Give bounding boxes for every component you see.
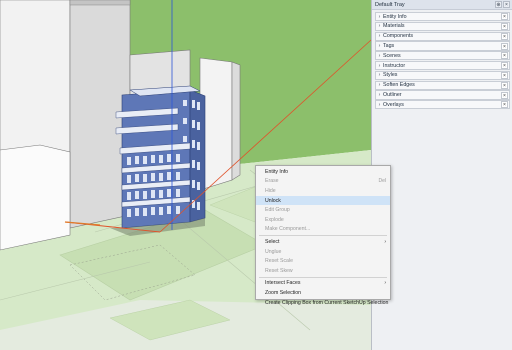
tray-panel-instructor[interactable]: › Instructor ×: [375, 60, 510, 71]
close-icon[interactable]: ×: [501, 71, 508, 79]
close-icon[interactable]: ×: [501, 101, 508, 109]
tray-panel-label: Overlays: [383, 101, 404, 108]
menu-item-entity-info[interactable]: Entity Info: [256, 167, 390, 177]
tray-panel-label: Entity Info: [383, 13, 407, 20]
tray-title: Default Tray: [375, 1, 405, 8]
tray-panel-label: Styles: [383, 72, 398, 79]
tray-panel-label: Components: [383, 33, 414, 40]
menu-item-reset-scale[interactable]: Reset Scale: [256, 256, 390, 266]
tray-panel-label: Materials: [383, 23, 405, 30]
default-tray: Default Tray ⊕ × › Entity Info × › Material…: [371, 0, 512, 350]
context-menu: Entity Info Erase Del Hide Unlock Edit Gr…: [255, 165, 391, 306]
menu-item-unlock[interactable]: Unlock: [256, 195, 390, 206]
right-block-side: [231, 61, 241, 181]
menu-item-edit-group[interactable]: Edit Group: [256, 205, 390, 215]
menu-separator: [259, 276, 387, 278]
tray-close-icon[interactable]: ×: [503, 1, 510, 8]
submenu-arrow-icon: ›: [384, 280, 386, 287]
close-icon[interactable]: ×: [501, 42, 508, 50]
chevron-right-icon: ›: [378, 62, 381, 69]
close-icon[interactable]: ×: [501, 91, 508, 99]
chevron-right-icon: ›: [378, 72, 381, 79]
tray-header: Default Tray ⊕ ×: [372, 0, 512, 10]
menu-item-hide[interactable]: Hide: [256, 186, 390, 196]
menu-item-erase[interactable]: Erase Del: [256, 177, 390, 187]
tray-panel-label: Scenes: [383, 52, 401, 59]
close-icon[interactable]: ×: [501, 62, 508, 70]
menu-item-unglue[interactable]: Unglue: [256, 247, 390, 257]
tray-panel-label: Instructor: [383, 62, 406, 69]
chevron-right-icon: ›: [378, 43, 381, 50]
close-icon[interactable]: ×: [501, 32, 508, 40]
tray-panel-label: Outliner: [383, 92, 402, 99]
chevron-right-icon: ›: [378, 13, 381, 20]
tray-panel-list: › Entity Info × › Materials × › Components × ›…: [372, 10, 512, 110]
selected-building[interactable]: [110, 85, 206, 236]
tray-panel-scenes[interactable]: › Scenes ×: [375, 51, 510, 61]
chevron-right-icon: ›: [378, 101, 381, 108]
tray-panel-label: Soften Edges: [383, 82, 415, 89]
tray-panel-tags[interactable]: › Tags ×: [375, 41, 510, 51]
tray-panel-outliner[interactable]: › Outliner ×: [375, 90, 510, 100]
menu-item-explode[interactable]: Explode: [256, 215, 390, 225]
tray-pin-icon[interactable]: ⊕: [495, 1, 502, 8]
erase-shortcut: Del: [378, 178, 386, 185]
close-icon[interactable]: ×: [501, 22, 508, 30]
menu-item-create-clipping-box[interactable]: Create Clipping Box from Current SketchU…: [256, 298, 390, 308]
close-icon[interactable]: ×: [501, 13, 508, 21]
close-icon[interactable]: ×: [501, 52, 508, 60]
tray-panel-components[interactable]: › Components ×: [375, 31, 510, 41]
chevron-right-icon: ›: [378, 82, 381, 89]
menu-item-reset-skew[interactable]: Reset Skew: [256, 266, 390, 276]
menu-item-make-component[interactable]: Make Component...: [256, 225, 390, 235]
menu-separator: [259, 235, 387, 237]
tray-panel-label: Tags: [383, 43, 395, 50]
left-lower-block: [0, 144, 71, 251]
tray-panel-materials[interactable]: › Materials ×: [375, 21, 510, 32]
chevron-right-icon: ›: [378, 23, 381, 30]
menu-item-intersect-faces[interactable]: Intersect Faces ›: [256, 279, 390, 289]
tray-panel-styles[interactable]: › Styles ×: [375, 70, 510, 81]
submenu-arrow-icon: ›: [384, 238, 386, 245]
tray-panel-overlays[interactable]: › Overlays ×: [375, 100, 510, 110]
chevron-right-icon: ›: [378, 33, 381, 40]
menu-item-select[interactable]: Select ›: [256, 237, 390, 247]
tray-panel-entity-info[interactable]: › Entity Info ×: [375, 12, 510, 22]
menu-item-zoom-selection[interactable]: Zoom Selection: [256, 288, 390, 298]
chevron-right-icon: ›: [378, 52, 381, 59]
chevron-right-icon: ›: [378, 92, 381, 99]
close-icon[interactable]: ×: [501, 81, 508, 89]
tray-panel-soften-edges[interactable]: › Soften Edges ×: [375, 80, 510, 90]
